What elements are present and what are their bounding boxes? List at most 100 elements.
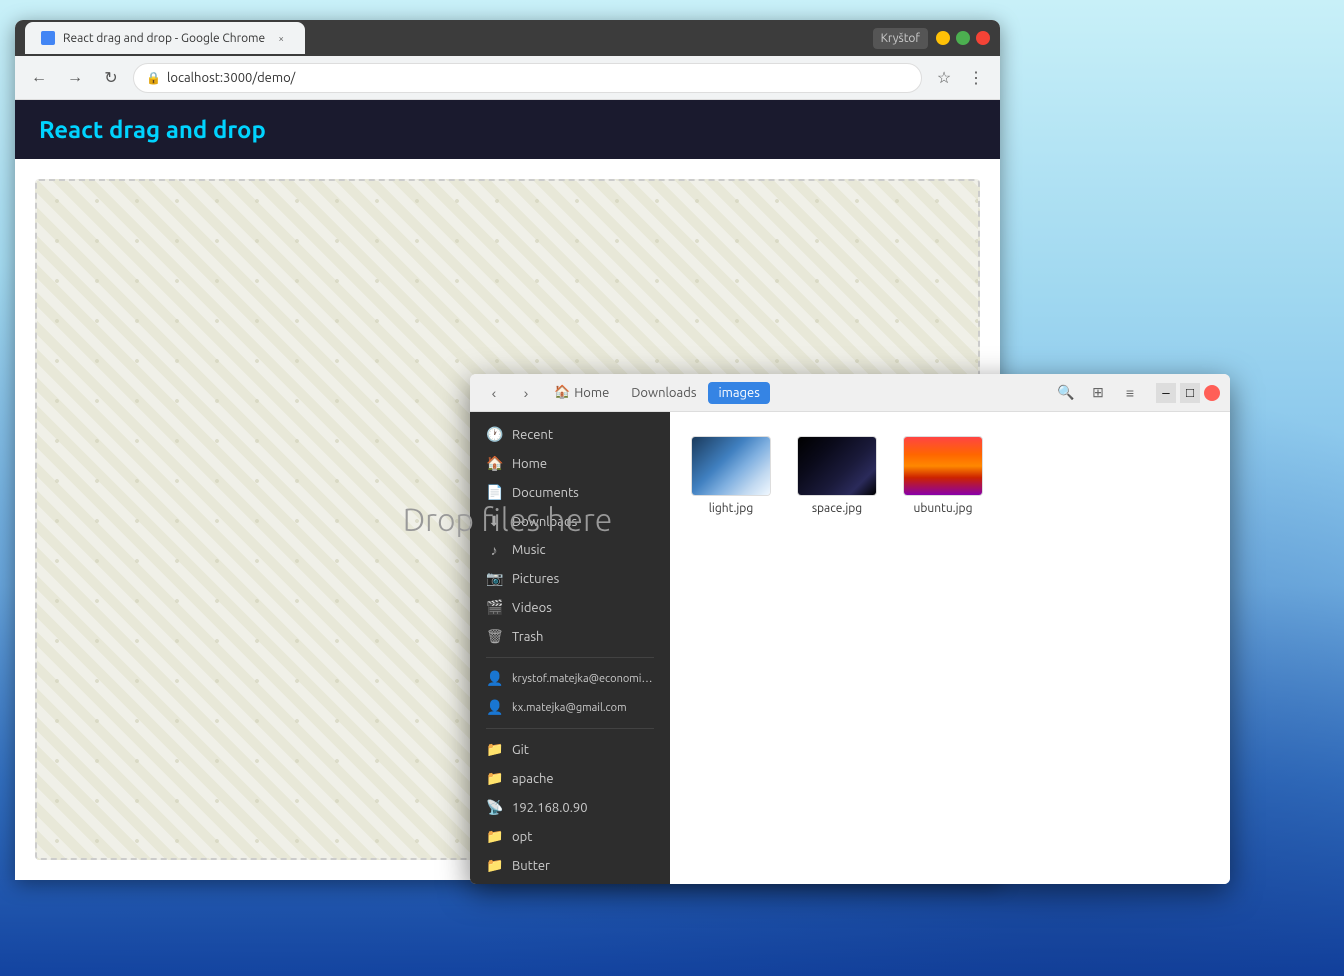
fm-titlebar: ‹ › 🏠 Home Downloads images 🔍 ⊞ ≡ – □: [470, 374, 1230, 412]
sidebar-label-documents: Documents: [512, 486, 579, 500]
sidebar-label-butter: Butter: [512, 859, 550, 873]
window-close-button[interactable]: [976, 31, 990, 45]
sidebar-label-videos: Videos: [512, 601, 552, 615]
chrome-titlebar: React drag and drop - Google Chrome × Kr…: [15, 20, 1000, 56]
address-text: localhost:3000/demo/: [167, 71, 295, 85]
fm-list-view-button[interactable]: ≡: [1116, 379, 1144, 407]
bookmark-button[interactable]: ☆: [930, 64, 958, 92]
sidebar-item-trash[interactable]: 🗑 Trash: [470, 622, 670, 651]
window-controls: [936, 31, 990, 45]
tab-favicon: [41, 31, 55, 45]
light-thumb-image: [692, 437, 770, 495]
file-thumbnail-space: [797, 436, 877, 496]
sidebar-item-apache[interactable]: 📁 apache: [470, 764, 670, 793]
chrome-toolbar: ← → ↻ 🔒 localhost:3000/demo/ ☆ ⋮: [15, 56, 1000, 100]
sidebar-label-home: Home: [512, 457, 547, 471]
sidebar-item-home[interactable]: 🏠 Home: [470, 449, 670, 478]
sidebar-label-recent: Recent: [512, 428, 553, 442]
page-header: React drag and drop: [15, 100, 1000, 159]
fm-close-button[interactable]: [1204, 385, 1220, 401]
sidebar-label-music: Music: [512, 543, 546, 557]
fm-breadcrumb: 🏠 Home Downloads images: [544, 381, 1048, 404]
butter-folder-icon: 📁: [486, 857, 502, 874]
sidebar-item-git[interactable]: 📁 Git: [470, 735, 670, 764]
space-thumb-image: [798, 437, 876, 495]
tab-title: React drag and drop - Google Chrome: [63, 32, 265, 45]
chrome-tab[interactable]: React drag and drop - Google Chrome ×: [25, 22, 305, 54]
sidebar-label-network: 192.168.0.90: [512, 801, 588, 815]
file-item-space[interactable]: space.jpg: [792, 428, 882, 523]
sidebar-item-account2[interactable]: 👤 kx.matejka@gmail.com: [470, 693, 670, 722]
git-folder-icon: 📁: [486, 741, 502, 758]
fm-forward-button[interactable]: ›: [512, 379, 540, 407]
file-thumbnail-ubuntu: [903, 436, 983, 496]
fm-search-button[interactable]: 🔍: [1052, 379, 1080, 407]
breadcrumb-home[interactable]: 🏠 Home: [544, 381, 619, 404]
ubuntu-thumb-image: [904, 437, 982, 495]
breadcrumb-images[interactable]: images: [708, 382, 769, 404]
sidebar-label-account1: krystof.matejka@economia.cz: [512, 673, 654, 685]
sidebar-item-videos[interactable]: 🎬 Videos: [470, 593, 670, 622]
address-bar[interactable]: 🔒 localhost:3000/demo/: [133, 63, 922, 93]
opt-folder-icon: 📁: [486, 828, 502, 845]
pictures-icon: 📷: [486, 570, 502, 587]
window-maximize-button[interactable]: [956, 31, 970, 45]
sidebar-label-account2: kx.matejka@gmail.com: [512, 702, 627, 714]
sidebar-divider-2: [486, 728, 654, 729]
file-item-ubuntu[interactable]: ubuntu.jpg: [898, 428, 988, 523]
fm-toolbar-right: 🔍 ⊞ ≡ – □: [1052, 379, 1220, 407]
sidebar-label-git: Git: [512, 743, 529, 757]
breadcrumb-downloads[interactable]: Downloads: [621, 382, 706, 404]
music-icon: ♪: [486, 542, 502, 558]
documents-icon: 📄: [486, 484, 502, 501]
fm-sidebar: 🕐 Recent 🏠 Home 📄 Documents ⬇ Downloads …: [470, 412, 670, 884]
sidebar-label-pictures: Pictures: [512, 572, 559, 586]
file-name-space: space.jpg: [812, 502, 862, 515]
chrome-profile: Kryštof: [873, 28, 928, 49]
file-manager-window: ‹ › 🏠 Home Downloads images 🔍 ⊞ ≡ – □: [470, 374, 1230, 884]
sidebar-item-recent[interactable]: 🕐 Recent: [470, 420, 670, 449]
forward-button[interactable]: →: [61, 64, 89, 92]
breadcrumb-downloads-label: Downloads: [631, 386, 696, 400]
sidebar-label-opt: opt: [512, 830, 532, 844]
sidebar-item-butter[interactable]: 📁 Butter: [470, 851, 670, 880]
file-thumbnail-light: [691, 436, 771, 496]
network-icon: 📡: [486, 799, 502, 816]
trash-icon: 🗑: [486, 628, 502, 645]
sidebar-label-trash: Trash: [512, 630, 543, 644]
window-minimize-button[interactable]: [936, 31, 950, 45]
page-title: React drag and drop: [39, 116, 266, 143]
back-button[interactable]: ←: [25, 64, 53, 92]
account1-icon: 👤: [486, 670, 502, 687]
home-icon: 🏠: [554, 385, 570, 400]
videos-icon: 🎬: [486, 599, 502, 616]
file-name-light: light.jpg: [709, 502, 753, 515]
sidebar-item-opt[interactable]: 📁 opt: [470, 822, 670, 851]
fm-content: light.jpg space.jpg ubuntu.jpg: [670, 412, 1230, 884]
toolbar-actions: ☆ ⋮: [930, 64, 990, 92]
fm-maximize-button[interactable]: □: [1180, 383, 1200, 403]
sidebar-item-pictures[interactable]: 📷 Pictures: [470, 564, 670, 593]
sidebar-divider-1: [486, 657, 654, 658]
sidebar-label-apache: apache: [512, 772, 554, 786]
drop-zone-text: Drop files here: [403, 502, 613, 538]
sidebar-item-account1[interactable]: 👤 krystof.matejka@economia.cz: [470, 664, 670, 693]
breadcrumb-images-label: images: [718, 386, 759, 400]
ssl-icon: 🔒: [146, 71, 161, 85]
breadcrumb-home-label: Home: [574, 386, 609, 400]
file-item-light[interactable]: light.jpg: [686, 428, 776, 523]
sidebar-item-network[interactable]: 📡 192.168.0.90: [470, 793, 670, 822]
file-name-ubuntu: ubuntu.jpg: [914, 502, 973, 515]
chrome-menu-button[interactable]: ⋮: [962, 64, 990, 92]
refresh-button[interactable]: ↻: [97, 64, 125, 92]
apache-folder-icon: 📁: [486, 770, 502, 787]
fm-back-button[interactable]: ‹: [480, 379, 508, 407]
recent-icon: 🕐: [486, 426, 502, 443]
home-folder-icon: 🏠: [486, 455, 502, 472]
fm-grid-view-button[interactable]: ⊞: [1084, 379, 1112, 407]
sidebar-item-music[interactable]: ♪ Music: [470, 536, 670, 564]
tab-close-button[interactable]: ×: [273, 30, 289, 46]
fm-minimize-button[interactable]: –: [1156, 383, 1176, 403]
account2-icon: 👤: [486, 699, 502, 716]
fm-body: 🕐 Recent 🏠 Home 📄 Documents ⬇ Downloads …: [470, 412, 1230, 884]
